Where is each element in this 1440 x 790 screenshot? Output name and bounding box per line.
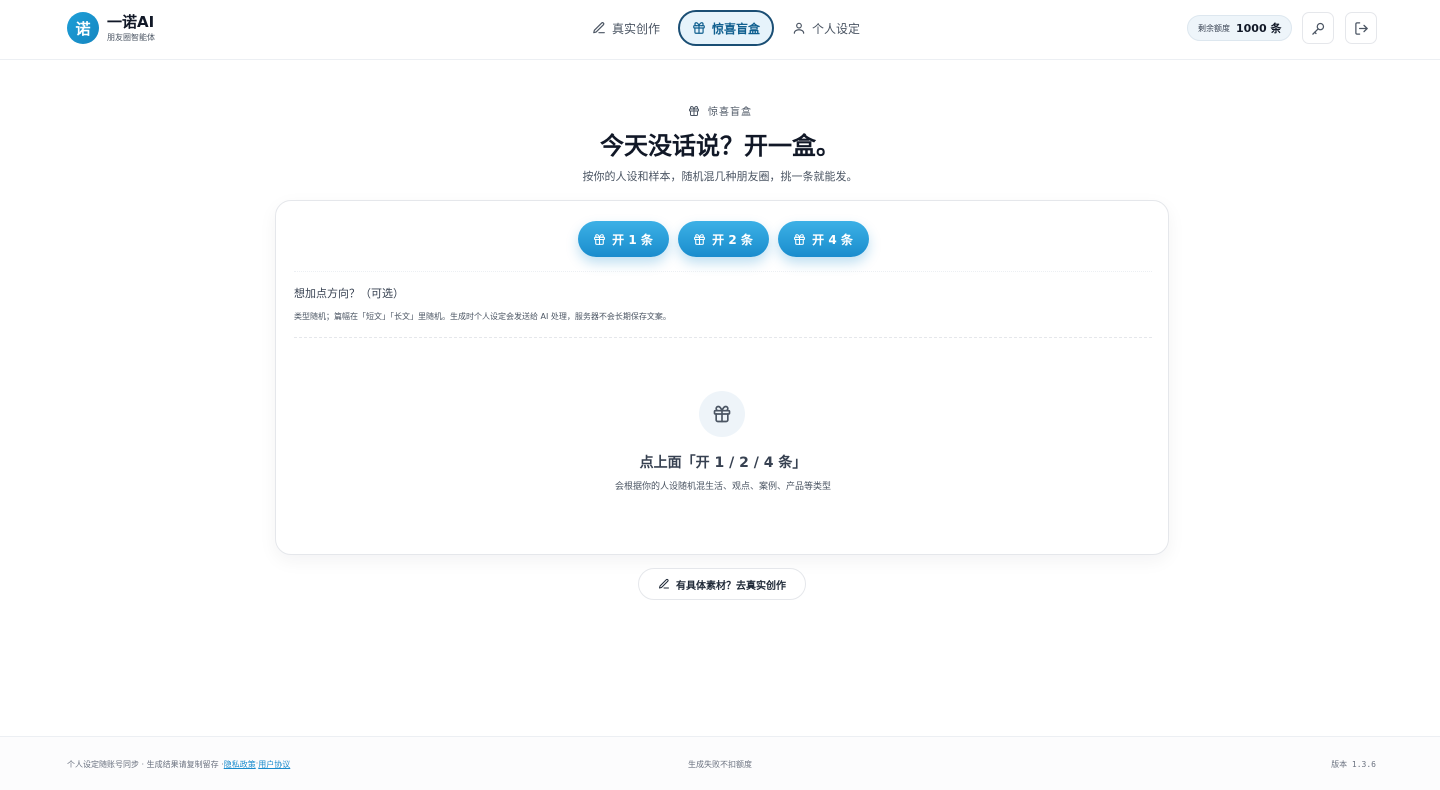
open-1-button[interactable]: 开 1 条 — [577, 221, 669, 257]
quota-badge: 剩余额度 1000 条 — [1187, 15, 1293, 41]
pencil-icon — [592, 21, 606, 35]
nav-item-blind-box[interactable]: 惊喜盲盒 — [678, 10, 775, 46]
top-header: 诺 一诺AI 朋友圈智能体 真实创作 惊喜盲盒 个人设定 剩余额度 1000 条 — [0, 0, 1440, 60]
nav-label: 惊喜盲盒 — [712, 21, 761, 36]
brand[interactable]: 诺 一诺AI 朋友圈智能体 — [67, 12, 155, 44]
open-button-label: 开 2 条 — [712, 232, 753, 247]
nav-item-persona[interactable]: 个人设定 — [780, 10, 872, 46]
go-real-create-button[interactable]: 有具体素材？去真实创作 — [638, 568, 806, 600]
gift-icon — [593, 233, 606, 246]
logout-button[interactable] — [1345, 12, 1377, 44]
empty-state-subtitle: 会根据你的人设随机混生活、观点、案例、产品等类型 — [614, 482, 831, 492]
brand-tagline: 朋友圈智能体 — [107, 33, 155, 42]
nav-label: 个人设定 — [812, 21, 861, 36]
hero-tag: 惊喜盲盒 — [0, 103, 1440, 118]
open-4-button[interactable]: 开 4 条 — [777, 221, 869, 257]
go-real-create-label: 有具体素材？去真实创作 — [676, 580, 786, 592]
footer-center: 生成失败不扣额度 — [688, 760, 752, 769]
open-2-button[interactable]: 开 2 条 — [677, 221, 769, 257]
api-key-button[interactable] — [1302, 12, 1334, 44]
page-subtitle: 按你的人设和样本，随机混几种朋友圈，挑一条就能发。 — [582, 170, 858, 183]
key-icon — [1311, 21, 1326, 36]
divider — [294, 271, 1152, 272]
version-label: 版本 1.3.6 — [1331, 760, 1376, 769]
page-title: 今天没话说？开一盒。 — [600, 132, 840, 160]
direction-toggle[interactable]: 想加点方向？（可选） — [294, 285, 404, 301]
quota-label: 剩余额度 — [1198, 23, 1230, 33]
gift-icon — [693, 233, 706, 246]
gift-icon — [692, 21, 706, 35]
nav-item-real-create[interactable]: 真实创作 — [580, 10, 672, 46]
empty-state-title: 点上面「开 1 / 2 / 4 条」 — [639, 455, 807, 471]
open-button-label: 开 1 条 — [612, 232, 653, 247]
pencil-icon — [658, 578, 670, 590]
divider — [294, 337, 1152, 338]
main-nav: 真实创作 惊喜盲盒 个人设定 — [580, 10, 872, 46]
logout-icon — [1354, 21, 1369, 36]
brand-name: 一诺AI — [107, 13, 155, 31]
nav-label: 真实创作 — [612, 21, 661, 36]
blind-box-card: 开 1 条 开 2 条 开 4 条 想加点方向？（可选） 类型随机；篇幅在「短文… — [275, 200, 1169, 555]
gift-icon — [793, 233, 806, 246]
brand-text: 一诺AI 朋友圈智能体 — [107, 13, 155, 43]
brand-logo: 诺 — [67, 12, 99, 44]
gift-icon — [712, 404, 732, 424]
direction-note: 类型随机；篇幅在「短文」「长文」里随机。生成时个人设定会发送给 AI 处理，服务… — [294, 312, 671, 321]
quota-value: 1000 条 — [1236, 22, 1282, 35]
empty-state-icon — [699, 391, 745, 437]
footer: 个人设定随账号同步 · 生成结果请复制留存 · 隐私政策 · 用户协议 生成失败… — [0, 736, 1440, 790]
user-icon — [792, 21, 806, 35]
hero-tag-label: 惊喜盲盒 — [708, 107, 752, 118]
open-button-label: 开 4 条 — [812, 232, 853, 247]
gift-icon — [688, 105, 700, 117]
open-buttons-row: 开 1 条 开 2 条 开 4 条 — [276, 221, 1170, 257]
